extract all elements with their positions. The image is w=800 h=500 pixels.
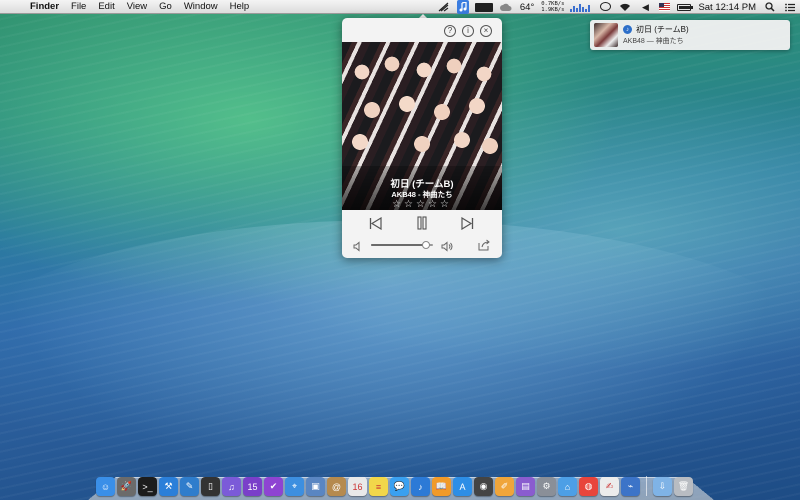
music-player-popover: ? i × 初日 (チームB) AKB48 - 神曲たち ☆☆☆☆☆ (342, 18, 502, 258)
previous-track-button[interactable] (368, 216, 382, 230)
weather-cloud-icon[interactable] (499, 2, 513, 13)
net-download-speed: 1.9KB/s (541, 7, 565, 13)
menu-view[interactable]: View (121, 0, 153, 14)
launchpad-icon[interactable]: 🚀 (117, 477, 136, 496)
next-track-button[interactable] (460, 216, 474, 230)
album-artwork: 初日 (チームB) AKB48 - 神曲たち ☆☆☆☆☆ (342, 42, 502, 210)
dock: ☺ 🚀 >_ ⚒ ✎ ▯ ♫ 15 ✔ ⌖ ▣ @16 ≡ 💬 ♪ 📖 A ◉ ✐ ▤ ⚙ ⌂ ◍ ✍ ⌁ ⇩ 🗑 (96, 472, 693, 496)
volume-row (342, 236, 502, 254)
menu-app-finder[interactable]: Finder (24, 0, 65, 14)
system-preferences-icon[interactable]: ⚙ (537, 477, 556, 496)
playback-controls (342, 210, 502, 234)
iphone-icon[interactable]: ▯ (201, 477, 220, 496)
pause-icon (417, 216, 427, 230)
next-icon (460, 216, 473, 230)
preview-icon[interactable]: ▣ (306, 477, 325, 496)
volume-slider-fill (371, 244, 426, 246)
cpu-meter-icon[interactable] (474, 2, 493, 12)
rating-stars[interactable]: ☆☆☆☆☆ (342, 199, 502, 210)
volume-menu-icon[interactable]: ◀ (638, 2, 652, 13)
music-player-menu-icon[interactable] (456, 0, 469, 14)
calendar-icon[interactable]: 16 (348, 477, 367, 496)
menu-bar: Finder File Edit View Go Window Help 64°… (0, 0, 800, 14)
notification-title-row: ♪ 初日 (チームB) (623, 24, 689, 35)
share-button[interactable] (478, 238, 490, 256)
chat-bubble-icon[interactable] (598, 2, 612, 13)
now-playing-notification[interactable]: ♪ 初日 (チームB) AKB48 — 神曲たち (590, 20, 790, 50)
battery-icon[interactable] (677, 3, 694, 11)
ibooks-icon[interactable]: 📖 (432, 477, 451, 496)
notification-center-icon[interactable] (783, 2, 797, 13)
safari-icon[interactable]: ⌖ (285, 477, 304, 496)
maps-icon[interactable]: ⌂ (558, 477, 577, 496)
menu-extras: 64° 0.7KB/s 1.9KB/s ◀ Sat 12:14 PM (434, 0, 800, 14)
photo-booth-icon[interactable]: ◉ (474, 477, 493, 496)
spotlight-search-icon[interactable] (763, 2, 777, 13)
help-button[interactable]: ? (444, 25, 456, 37)
xcode-icon[interactable]: ⚒ (159, 477, 178, 496)
finder-icon[interactable]: ☺ (96, 477, 115, 496)
us-flag-input-icon[interactable] (659, 3, 671, 11)
network-graph-icon[interactable] (570, 2, 592, 12)
activity-icon[interactable]: ▤ (516, 477, 535, 496)
volume-high-icon (441, 239, 454, 257)
menu-help[interactable]: Help (224, 0, 256, 14)
notes-blue-icon[interactable]: ✎ (180, 477, 199, 496)
track-title: 初日 (チームB) (390, 179, 454, 190)
close-button[interactable]: × (480, 25, 492, 37)
app-store-icon[interactable]: A (453, 477, 472, 496)
info-button[interactable]: i (462, 25, 474, 37)
popover-header: ? i × (342, 18, 502, 42)
menu-go[interactable]: Go (153, 0, 178, 14)
share-icon (478, 239, 490, 251)
volume-slider[interactable] (371, 241, 433, 249)
trash-icon[interactable]: 🗑 (674, 477, 693, 496)
clock[interactable]: Sat 12:14 PM (698, 2, 756, 13)
notification-album-art (594, 23, 618, 47)
network-speed-readout[interactable]: 0.7KB/s 1.9KB/s (541, 1, 564, 13)
omnifocus-icon[interactable]: ✔ (264, 477, 283, 496)
volume-low-icon (353, 239, 364, 257)
notification-text: ♪ 初日 (チームB) AKB48 — 神曲たち (623, 24, 689, 46)
previous-icon (369, 216, 382, 230)
wifi-icon[interactable] (618, 2, 632, 13)
calendar-15-icon[interactable]: 15 (243, 477, 262, 496)
pause-button[interactable] (415, 216, 429, 230)
dock-separator (646, 476, 647, 496)
menu-window[interactable]: Window (178, 0, 224, 14)
stickies-icon[interactable]: ≡ (369, 477, 388, 496)
contacts-icon[interactable]: @ (327, 477, 346, 496)
itunes-bar-icon[interactable]: ♫ (222, 477, 241, 496)
textedit-icon[interactable]: ✍ (600, 477, 619, 496)
volume-slider-knob[interactable] (421, 241, 430, 249)
downloads-folder-icon[interactable]: ⇩ (653, 477, 672, 496)
pages-icon[interactable]: ✐ (495, 477, 514, 496)
itunes-icon[interactable]: ♪ (411, 477, 430, 496)
chrome-icon[interactable]: ◍ (579, 477, 598, 496)
menu-file[interactable]: File (65, 0, 92, 14)
notification-title: 初日 (チームB) (636, 25, 689, 34)
music-note-icon: ♪ (623, 25, 632, 34)
wallpaper-wave-crest (0, 220, 800, 500)
notification-subtitle: AKB48 — 神曲たち (623, 38, 684, 45)
network-icon[interactable]: ⌁ (621, 477, 640, 496)
battery-fill (679, 5, 690, 9)
broadcast-icon[interactable] (437, 2, 451, 13)
temperature-readout[interactable]: 64° (520, 2, 534, 13)
messages-icon[interactable]: 💬 (390, 477, 409, 496)
menu-edit[interactable]: Edit (92, 0, 120, 14)
terminal-icon[interactable]: >_ (138, 477, 157, 496)
